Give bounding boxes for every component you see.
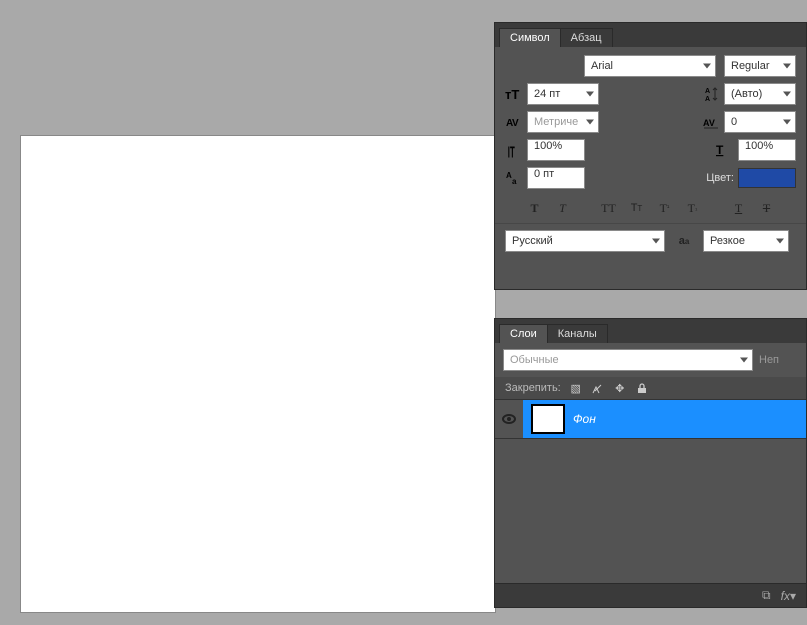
blend-mode-select[interactable]: Обычные xyxy=(503,349,753,371)
leading-select[interactable]: (Авто) xyxy=(724,83,796,105)
layer-row-background[interactable]: Фон xyxy=(495,399,806,439)
lock-all-icon[interactable] xyxy=(635,381,649,395)
tab-layers[interactable]: Слои xyxy=(499,324,548,343)
eye-icon xyxy=(502,414,516,424)
antialias-icon: aa xyxy=(675,232,693,250)
lock-image-icon[interactable] xyxy=(591,381,605,395)
character-tabbar: Символ Абзац xyxy=(495,23,806,47)
underline-button[interactable]: T xyxy=(729,199,749,217)
tab-symbol[interactable]: Символ xyxy=(499,28,561,47)
layers-footer: ⧉ fx▾ xyxy=(495,583,806,607)
svg-text:T: T xyxy=(716,143,724,157)
baseline-icon: Aa xyxy=(505,169,523,187)
layers-tabbar: Слои Каналы xyxy=(495,319,806,343)
font-style-select[interactable]: Regular xyxy=(724,55,796,77)
vscale-icon: IT xyxy=(505,141,523,159)
faux-italic-button[interactable]: T xyxy=(553,199,573,217)
kerning-icon: AV xyxy=(505,113,523,131)
lock-transparency-icon[interactable]: ▧ xyxy=(569,381,583,395)
svg-text:A: A xyxy=(705,88,710,95)
font-size-select[interactable]: 24 пт xyxy=(527,83,599,105)
hscale-input[interactable]: 100% xyxy=(738,139,796,161)
allcaps-button[interactable]: TT xyxy=(599,199,619,217)
subscript-button[interactable]: T₁ xyxy=(683,199,703,217)
font-size-icon: тТ xyxy=(505,85,523,103)
tab-channels[interactable]: Каналы xyxy=(547,324,608,343)
faux-bold-button[interactable]: T xyxy=(525,199,545,217)
text-style-toolbar: T T TT TT T¹ T₁ T T xyxy=(495,195,806,224)
language-select[interactable]: Русский xyxy=(505,230,665,252)
color-label: Цвет: xyxy=(706,172,734,184)
leading-icon: AA xyxy=(702,85,720,103)
layer-name-label[interactable]: Фон xyxy=(573,412,596,426)
layer-thumbnail[interactable] xyxy=(531,404,565,434)
antialias-select[interactable]: Резкое xyxy=(703,230,789,252)
tracking-select[interactable]: 0 xyxy=(724,111,796,133)
tab-paragraph[interactable]: Абзац xyxy=(560,28,613,47)
layer-list: Фон xyxy=(495,399,806,583)
tracking-icon: AV xyxy=(702,113,720,131)
hscale-icon: T xyxy=(716,141,734,159)
strikethrough-button[interactable]: T xyxy=(757,199,777,217)
link-layers-icon[interactable]: ⧉ xyxy=(762,588,771,603)
baseline-input[interactable]: 0 пт xyxy=(527,167,585,189)
lock-label: Закрепить: xyxy=(505,382,561,394)
kerning-select[interactable]: Метриче xyxy=(527,111,599,133)
svg-text:a: a xyxy=(512,177,517,186)
text-color-swatch[interactable] xyxy=(738,168,796,188)
svg-text:A: A xyxy=(705,96,710,102)
svg-text:AV: AV xyxy=(703,118,715,128)
smallcaps-button[interactable]: TT xyxy=(627,199,647,217)
lock-position-icon[interactable]: ✥ xyxy=(613,381,627,395)
svg-text:тТ: тТ xyxy=(505,87,519,102)
lock-row: Закрепить: ▧ ✥ xyxy=(495,377,806,399)
character-panel: Символ Абзац Arial Regular тТ 24 пт AA (… xyxy=(494,22,807,290)
layer-effects-icon[interactable]: fx▾ xyxy=(781,589,796,603)
document-canvas[interactable] xyxy=(20,135,496,613)
svg-text:V: V xyxy=(512,118,519,129)
layer-visibility-toggle[interactable] xyxy=(495,400,523,438)
superscript-button[interactable]: T¹ xyxy=(655,199,675,217)
font-family-select[interactable]: Arial xyxy=(584,55,716,77)
svg-text:IT: IT xyxy=(508,144,515,158)
opacity-label: Неп xyxy=(759,354,779,366)
vscale-input[interactable]: 100% xyxy=(527,139,585,161)
layers-panel: Слои Каналы Обычные Неп Закрепить: ▧ ✥ xyxy=(494,318,807,608)
